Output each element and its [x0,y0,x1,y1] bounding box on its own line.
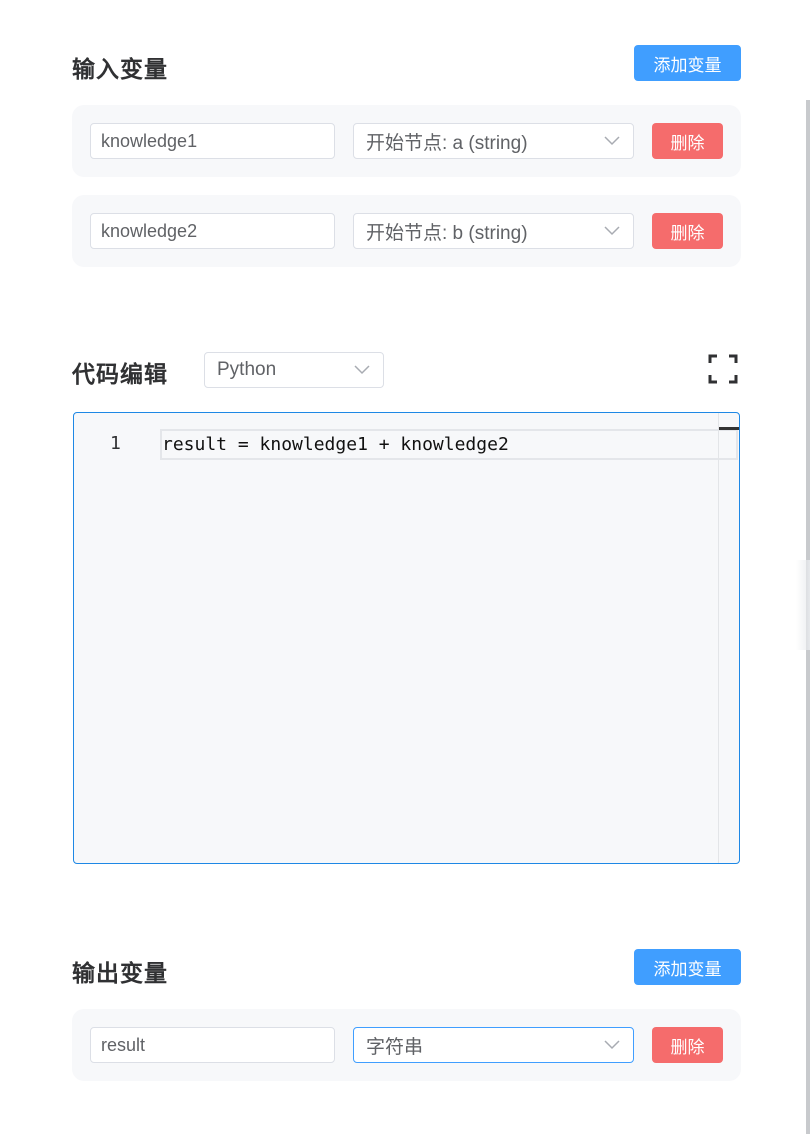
edge-shadow [796,560,810,650]
fullscreen-icon[interactable] [708,354,738,384]
chevron-down-icon [603,132,621,150]
delete-input-variable-button[interactable]: 删除 [652,213,723,249]
minimap-slider[interactable] [719,427,739,430]
select-value: 开始节点: a (string) [366,132,528,154]
code-line[interactable]: result = knowledge1 + knowledge2 [160,429,738,460]
add-input-variable-button[interactable]: 添加变量 [634,45,741,81]
chevron-down-icon [603,222,621,240]
input-variable-row: 开始节点: b (string) 删除 [72,195,741,267]
line-number: 1 [110,433,121,454]
language-select[interactable]: Python [204,352,384,388]
select-value: 开始节点: b (string) [366,222,528,244]
code-editor[interactable]: 1 result = knowledge1 + knowledge2 [73,412,740,864]
add-output-variable-button[interactable]: 添加变量 [634,949,741,985]
chevron-down-icon [353,361,371,379]
input-variable-row: 开始节点: a (string) 删除 [72,105,741,177]
variable-source-select[interactable]: 开始节点: b (string) [353,213,634,249]
select-value: Python [217,359,277,380]
output-variables-title: 输出变量 [72,961,168,987]
editor-minimap[interactable] [718,413,739,863]
select-value: 字符串 [366,1036,424,1058]
variable-name-input[interactable] [90,123,335,159]
delete-output-variable-button[interactable]: 删除 [652,1027,723,1063]
code-editor-title: 代码编辑 [72,362,168,388]
delete-input-variable-button[interactable]: 删除 [652,123,723,159]
output-variable-row: 字符串 删除 [72,1009,741,1081]
variable-name-input[interactable] [90,213,335,249]
variable-type-select[interactable]: 字符串 [353,1027,634,1063]
variable-name-input[interactable] [90,1027,335,1063]
chevron-down-icon [603,1036,621,1054]
variable-source-select[interactable]: 开始节点: a (string) [353,123,634,159]
input-variables-title: 输入变量 [72,57,168,83]
